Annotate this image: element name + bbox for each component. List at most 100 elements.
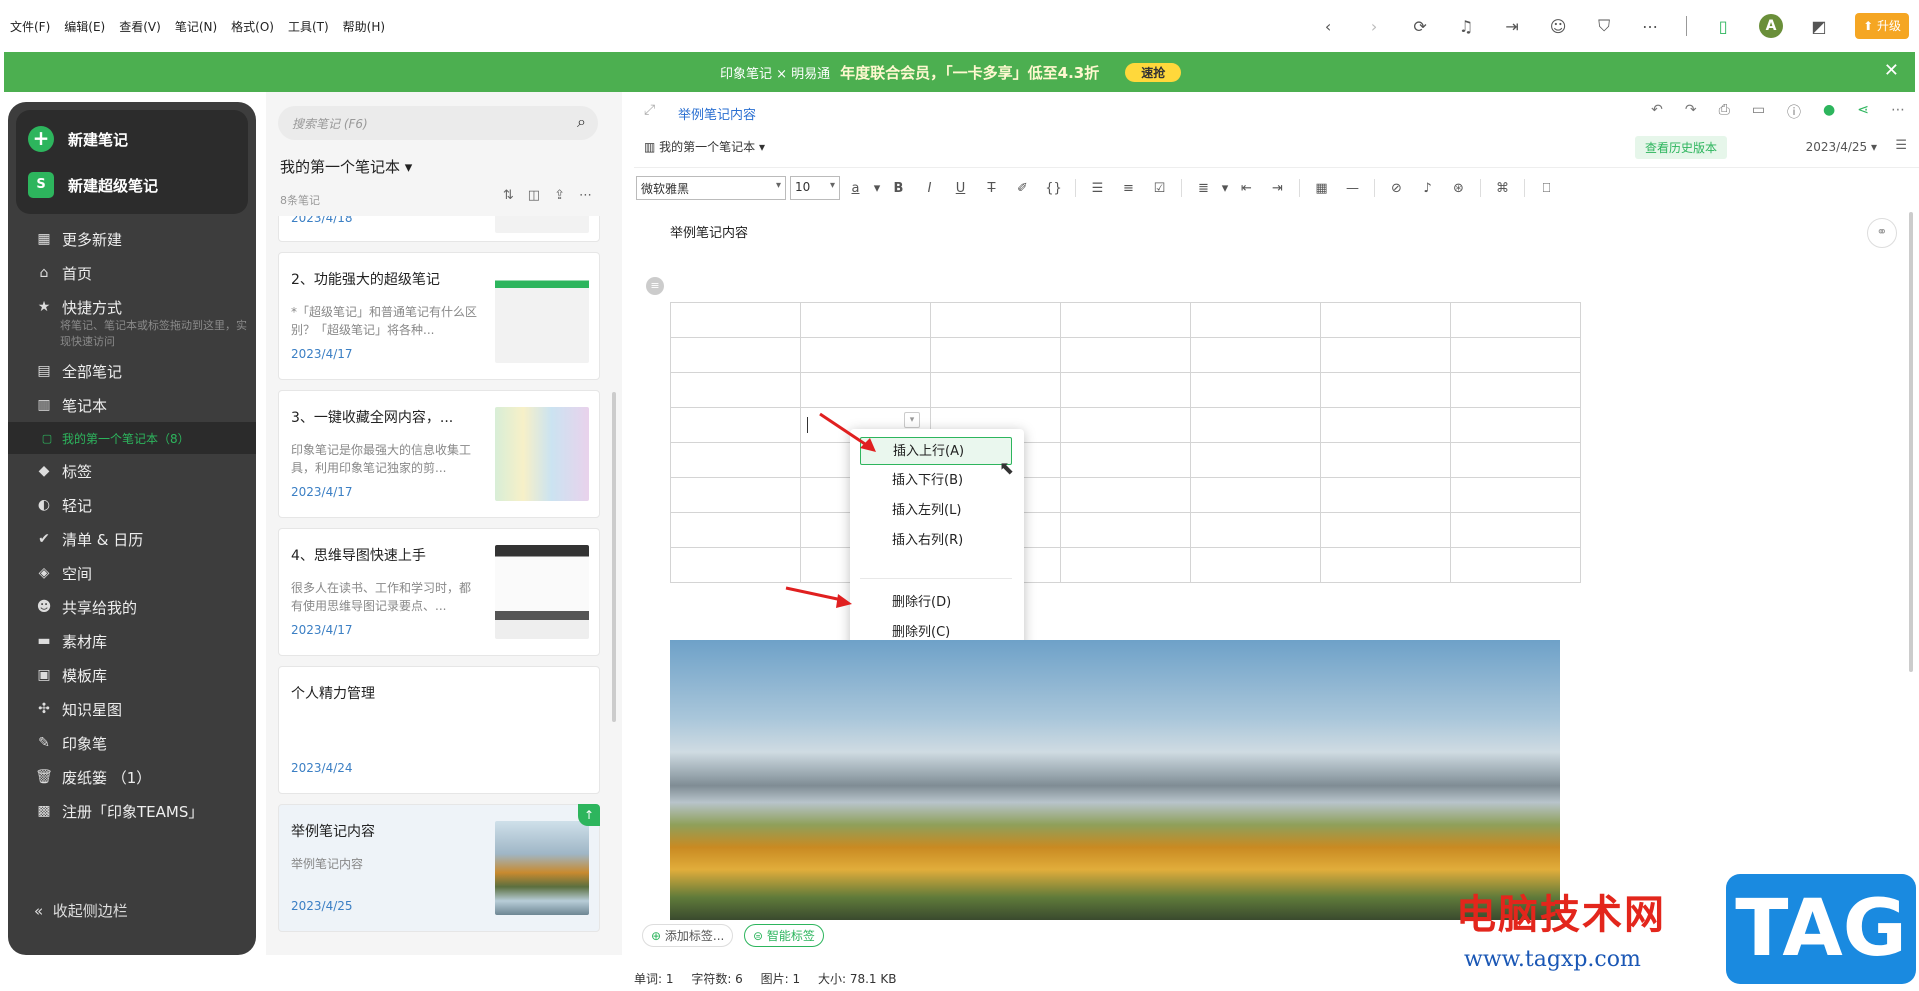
- sidebar-item-space[interactable]: ◈ 空间: [8, 556, 256, 590]
- menu-insert-row-below[interactable]: 插入下行(B): [860, 467, 1012, 495]
- code-icon[interactable]: {}: [1038, 181, 1069, 196]
- expand-icon[interactable]: ⤢: [644, 102, 655, 118]
- shield-icon[interactable]: ⛉: [1594, 16, 1614, 36]
- bullet-list-icon[interactable]: ☰: [1082, 181, 1113, 196]
- divider-icon[interactable]: —: [1337, 181, 1368, 196]
- lock-icon[interactable]: ⎕: [1531, 181, 1562, 196]
- share-icon[interactable]: ⇪: [554, 188, 565, 203]
- indent-icon[interactable]: ⇥: [1262, 181, 1293, 196]
- underline-icon[interactable]: U: [945, 181, 976, 196]
- more-icon[interactable]: ⋯: [1891, 102, 1905, 122]
- list-item[interactable]: 2、功能强大的超级笔记 *「超级笔记」和普通笔记有什么区别？「超级笔记」将各种.…: [278, 252, 600, 380]
- sidebar-item-knowledge-map[interactable]: ✣ 知识星图: [8, 692, 256, 726]
- menu-format[interactable]: 格式(O): [231, 18, 274, 35]
- sync-icon[interactable]: ⟳: [1410, 17, 1430, 36]
- search-input[interactable]: 搜索笔记 (F6) ⌕: [278, 106, 598, 140]
- share-out-icon[interactable]: ⇥: [1502, 17, 1522, 36]
- sidebar-item-templates[interactable]: ▣ 模板库: [8, 658, 256, 692]
- checkbox-icon[interactable]: ☑: [1144, 181, 1175, 196]
- close-icon[interactable]: ✕: [1884, 60, 1899, 81]
- back-icon[interactable]: ‹: [1318, 17, 1338, 36]
- strikethrough-icon[interactable]: T: [976, 181, 1007, 196]
- content-title[interactable]: 举例笔记内容: [670, 222, 748, 241]
- editor-date[interactable]: 2023/4/25 ▾: [1806, 140, 1877, 154]
- attachment-icon[interactable]: ⊘: [1381, 181, 1412, 196]
- list-item[interactable]: 2023/4/18: [278, 216, 600, 242]
- list-item[interactable]: 个人精力管理 2023/4/24: [278, 666, 600, 794]
- menu-note[interactable]: 笔记(N): [175, 18, 217, 35]
- menu-tools[interactable]: 工具(T): [288, 18, 329, 35]
- new-super-note-button[interactable]: S 新建超级笔记: [28, 172, 158, 198]
- view-icon[interactable]: ◫: [528, 188, 540, 203]
- sidebar-item-todo[interactable]: ✔ 清单 & 日历: [8, 522, 256, 556]
- note-table[interactable]: [670, 302, 1581, 583]
- numbered-list-icon[interactable]: ≡: [1113, 181, 1144, 196]
- sort-icon[interactable]: ⇅: [503, 188, 514, 203]
- menu-delete-row[interactable]: 删除行(D): [860, 589, 1012, 617]
- list-item[interactable]: 4、思维导图快速上手 很多人在读书、工作和学习时，都有使用思维导图记录要点、..…: [278, 528, 600, 656]
- sidebar-item-notebooks[interactable]: ▥ 笔记本: [8, 388, 256, 422]
- menu-edit[interactable]: 编辑(E): [64, 18, 105, 35]
- editor-notebook-selector[interactable]: ▥ 我的第一个笔记本 ▾: [644, 138, 765, 155]
- add-tag-button[interactable]: ⊕ 添加标签...: [642, 924, 734, 947]
- font-color-icon[interactable]: a: [840, 181, 871, 196]
- bold-icon[interactable]: B: [883, 181, 914, 196]
- share-icon[interactable]: ⋖: [1857, 102, 1869, 122]
- link-icon[interactable]: ⚭: [1867, 218, 1897, 248]
- info-icon[interactable]: ⓘ: [1787, 102, 1801, 122]
- new-note-button[interactable]: + 新建笔记: [28, 126, 128, 152]
- collaborator-icon[interactable]: ●: [1823, 102, 1835, 122]
- menu-view[interactable]: 查看(V): [119, 18, 161, 35]
- sidebar-item-tags[interactable]: ◆ 标签: [8, 454, 256, 488]
- promo-banner[interactable]: 印象笔记 × 明易通 年度联合会员，「一卡多享」低至4.3折 速抢 ✕: [4, 52, 1915, 92]
- redo-icon[interactable]: ↷: [1685, 102, 1697, 122]
- sidebar-item-trash[interactable]: 🗑 废纸篓 （1）: [8, 760, 256, 794]
- bell-icon[interactable]: ♫: [1456, 17, 1476, 36]
- sidebar-item-more-new[interactable]: ▦ 更多新建: [8, 222, 256, 256]
- smile-icon[interactable]: ☺: [1548, 17, 1568, 36]
- notebook-title[interactable]: 我的第一个笔记本 ▾: [280, 156, 412, 177]
- sidebar-item-shared[interactable]: ☻ 共享给我的: [8, 590, 256, 624]
- more-icon[interactable]: ⋯: [1640, 17, 1660, 36]
- align-icon[interactable]: ≣: [1188, 181, 1219, 196]
- plugin-icon[interactable]: ⊛: [1443, 181, 1474, 196]
- note-image[interactable]: [670, 640, 1560, 920]
- font-family-select[interactable]: 微软雅黑 ▾: [636, 176, 786, 200]
- undo-icon[interactable]: ↶: [1651, 102, 1663, 122]
- caret-down-icon[interactable]: ▾: [1219, 181, 1231, 196]
- skin-icon[interactable]: ◩: [1809, 17, 1829, 36]
- record-icon[interactable]: ♪: [1412, 181, 1443, 196]
- outdent-icon[interactable]: ⇤: [1231, 181, 1262, 196]
- banner-button[interactable]: 速抢: [1125, 63, 1182, 82]
- sidebar-item-all-notes[interactable]: ▤ 全部笔记: [8, 354, 256, 388]
- menu-insert-column-right[interactable]: 插入右列(R): [860, 527, 1012, 555]
- highlight-icon[interactable]: ✐: [1007, 181, 1038, 196]
- sidebar-item-materials[interactable]: ▬ 素材库: [8, 624, 256, 658]
- menu-file[interactable]: 文件(F): [10, 18, 50, 35]
- editor-scrollbar[interactable]: [1909, 212, 1913, 672]
- upgrade-button[interactable]: ⬆ 升级: [1855, 13, 1909, 39]
- history-button[interactable]: 查看历史版本: [1634, 136, 1727, 159]
- print-icon[interactable]: ⎙: [1719, 102, 1730, 122]
- search-icon[interactable]: ⌕: [577, 112, 586, 132]
- sidebar-item-light-notes[interactable]: ◐ 轻记: [8, 488, 256, 522]
- present-icon[interactable]: ▭: [1752, 102, 1765, 122]
- menu-help[interactable]: 帮助(H): [343, 18, 385, 35]
- collapse-sidebar-button[interactable]: « 收起侧边栏: [34, 900, 128, 921]
- more-icon[interactable]: ⋯: [579, 188, 592, 203]
- list-item-selected[interactable]: 举例笔记内容 举例笔记内容 2023/4/25 ↑: [278, 804, 600, 932]
- list-item[interactable]: 3、一键收藏全网内容，... 印象笔记是你最强大的信息收集工具，利用印象笔记独家…: [278, 390, 600, 518]
- sidebar-item-pen[interactable]: ✎ 印象笔: [8, 726, 256, 760]
- menu-insert-row-above[interactable]: 插入上行(A): [860, 437, 1012, 465]
- table-icon[interactable]: ▦: [1306, 181, 1337, 196]
- shortcut-icon[interactable]: ⌘: [1487, 181, 1518, 196]
- editor-note-title[interactable]: 举例笔记内容: [678, 104, 756, 123]
- table-handle-icon[interactable]: ≡: [646, 277, 664, 295]
- phone-icon[interactable]: ▯: [1713, 17, 1733, 36]
- smart-tag-button[interactable]: ⊜ 智能标签: [744, 924, 824, 947]
- outline-icon[interactable]: ☰: [1895, 138, 1907, 153]
- sidebar-item-home[interactable]: ⌂ 首页: [8, 256, 256, 290]
- sidebar-item-active-notebook[interactable]: ▢ 我的第一个笔记本（8）: [8, 422, 256, 454]
- caret-down-icon[interactable]: ▾: [871, 181, 883, 196]
- forward-icon[interactable]: ›: [1364, 17, 1384, 36]
